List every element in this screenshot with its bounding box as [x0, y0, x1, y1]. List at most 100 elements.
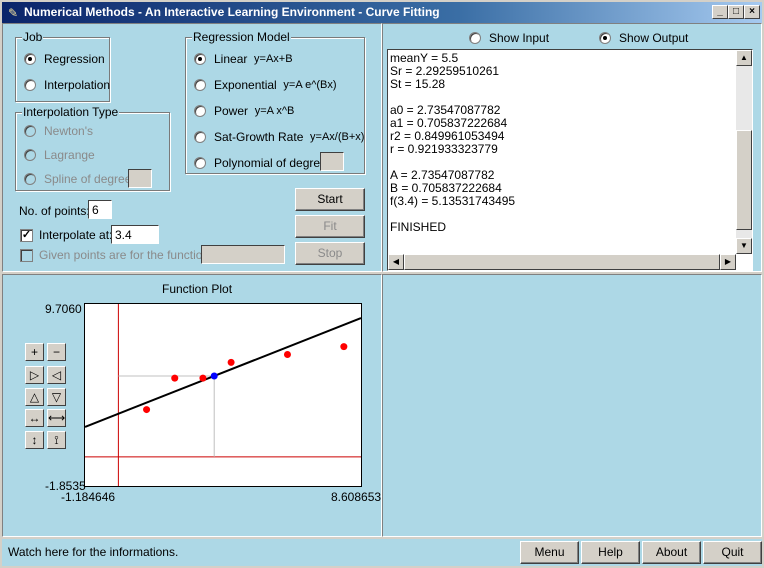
- scroll-left-icon[interactable]: ◀: [388, 254, 404, 270]
- interpolate-at-checkbox[interactable]: ✓ Interpolate at:: [20, 228, 112, 242]
- pan-right-icon[interactable]: ▷: [25, 366, 44, 384]
- pan-down-icon[interactable]: ▽: [47, 388, 66, 406]
- radio-label: Polynomial of degree: [214, 156, 327, 170]
- radio-dot: [469, 32, 481, 44]
- points-field[interactable]: 6: [88, 200, 112, 219]
- secondary-panel: [382, 274, 762, 537]
- status-bar: Watch here for the informations. Menu He…: [2, 539, 762, 566]
- x-max-label: 8.608653: [331, 490, 382, 504]
- radio-dot: [194, 131, 206, 143]
- fit-line: [84, 317, 362, 428]
- data-point: [171, 374, 179, 382]
- radio-linear[interactable]: Linear y=Ax+B: [194, 52, 293, 66]
- stretch-vertical-icon[interactable]: ↕: [25, 431, 44, 449]
- output-text: meanY = 5.5 Sr = 2.29259510261 St = 15.2…: [390, 51, 516, 234]
- scroll-thumb[interactable]: [404, 254, 720, 270]
- zoom-in-icon[interactable]: +: [25, 343, 44, 361]
- points-label: No. of points:: [19, 204, 90, 218]
- scroll-up-icon[interactable]: ▲: [736, 50, 752, 66]
- radio-show-output[interactable]: Show Output: [599, 31, 688, 45]
- interpolated-point: [210, 372, 218, 380]
- formula-label: y=Ax+B: [254, 53, 293, 65]
- x-min-label: -1.184646: [61, 490, 116, 504]
- radio-dot: [194, 105, 206, 117]
- radio-label: Interpolation: [44, 78, 111, 92]
- zoom-out-icon[interactable]: −: [47, 343, 66, 361]
- minimize-button[interactable]: _: [712, 5, 728, 19]
- radio-label: Exponential: [214, 78, 277, 92]
- radio-lagrange[interactable]: Lagrange: [24, 148, 95, 162]
- data-point: [340, 343, 348, 351]
- title-bar: ✎ Numerical Methods - An Interactive Lea…: [0, 0, 764, 24]
- radio-dot: [24, 53, 36, 65]
- check-label: Given points are for the function:: [39, 248, 213, 262]
- vertical-scrollbar[interactable]: ▲ ▼: [736, 50, 752, 254]
- scroll-thumb[interactable]: [736, 130, 752, 230]
- shrink-vertical-icon[interactable]: ⟟: [47, 431, 66, 449]
- plot-area[interactable]: [84, 303, 362, 487]
- radio-label: Show Output: [619, 31, 689, 45]
- y-max-label: 9.7060: [45, 302, 82, 316]
- start-button[interactable]: Start: [295, 188, 365, 211]
- regression-model-legend: Regression Model: [192, 30, 291, 44]
- quit-button[interactable]: Quit: [703, 541, 762, 564]
- interpolation-type-legend: Interpolation Type: [22, 105, 120, 119]
- feather-icon: ✎: [8, 6, 19, 20]
- function-plot-chart: [84, 304, 362, 486]
- stop-button[interactable]: Stop: [295, 242, 365, 265]
- close-button[interactable]: ×: [744, 5, 760, 19]
- stretch-horizontal-icon[interactable]: ↔: [25, 409, 44, 427]
- horizontal-scrollbar[interactable]: ◀ ▶: [388, 254, 736, 270]
- help-button[interactable]: Help: [581, 541, 640, 564]
- status-message: Watch here for the informations.: [8, 545, 179, 559]
- about-button[interactable]: About: [642, 541, 701, 564]
- radio-label: Power: [214, 104, 249, 118]
- radio-spline[interactable]: Spline of degree: [24, 172, 131, 186]
- data-point: [283, 350, 291, 358]
- check-mark: ✓: [20, 228, 33, 242]
- radio-regression[interactable]: Regression: [24, 52, 105, 66]
- pan-up-icon[interactable]: △: [25, 388, 44, 406]
- job-legend: Job: [22, 30, 44, 44]
- scroll-down-icon[interactable]: ▼: [736, 238, 752, 254]
- data-point: [199, 374, 207, 382]
- radio-label: Linear: [214, 52, 248, 66]
- radio-exponential[interactable]: Exponential y=A e^(Bx): [194, 78, 337, 92]
- radio-dot: [194, 53, 206, 65]
- interpolation-type-group: Interpolation Type Newton's Lagrange Spl…: [15, 105, 170, 191]
- maximize-button[interactable]: □: [728, 5, 744, 19]
- shrink-horizontal-icon[interactable]: ⟷: [47, 409, 66, 427]
- radio-label: Newton's: [44, 124, 93, 138]
- radio-dot: [194, 157, 206, 169]
- pan-left-icon[interactable]: ◁: [47, 366, 66, 384]
- spline-degree-field[interactable]: [128, 169, 152, 188]
- function-field[interactable]: [201, 245, 285, 264]
- control-panel: Job Regression Interpolation Regression …: [2, 23, 382, 272]
- radio-label: Spline of degree: [44, 172, 132, 186]
- radio-label: Regression: [44, 52, 105, 66]
- formula-label: y=A x^B: [254, 105, 295, 117]
- radio-sat-growth[interactable]: Sat-Growth Rate y=Ax/(B+x): [194, 130, 364, 144]
- formula-label: y=Ax/(B+x): [310, 131, 365, 143]
- given-points-checkbox[interactable]: Given points are for the function:: [20, 248, 212, 262]
- radio-dot: [599, 32, 611, 44]
- polynomial-degree-field[interactable]: [320, 152, 344, 171]
- radio-label: Lagrange: [44, 148, 95, 162]
- radio-polynomial[interactable]: Polynomial of degree: [194, 156, 327, 170]
- regression-model-group: Regression Model Linear y=Ax+B Exponenti…: [185, 30, 365, 174]
- interpolate-at-field[interactable]: 3.4: [111, 225, 159, 244]
- check-box: [20, 248, 33, 262]
- radio-power[interactable]: Power y=A x^B: [194, 104, 294, 118]
- radio-dot: [194, 79, 206, 91]
- menu-button[interactable]: Menu: [520, 541, 579, 564]
- job-group: Job Regression Interpolation: [15, 30, 110, 102]
- data-point: [227, 358, 235, 366]
- output-textarea[interactable]: meanY = 5.5 Sr = 2.29259510261 St = 15.2…: [387, 49, 753, 271]
- fit-button[interactable]: Fit: [295, 215, 365, 238]
- radio-show-input[interactable]: Show Input: [469, 31, 549, 45]
- radio-dot: [24, 149, 36, 161]
- radio-interpolation[interactable]: Interpolation: [24, 78, 110, 92]
- scroll-right-icon[interactable]: ▶: [720, 254, 736, 270]
- data-point: [143, 406, 151, 414]
- radio-newtons[interactable]: Newton's: [24, 124, 93, 138]
